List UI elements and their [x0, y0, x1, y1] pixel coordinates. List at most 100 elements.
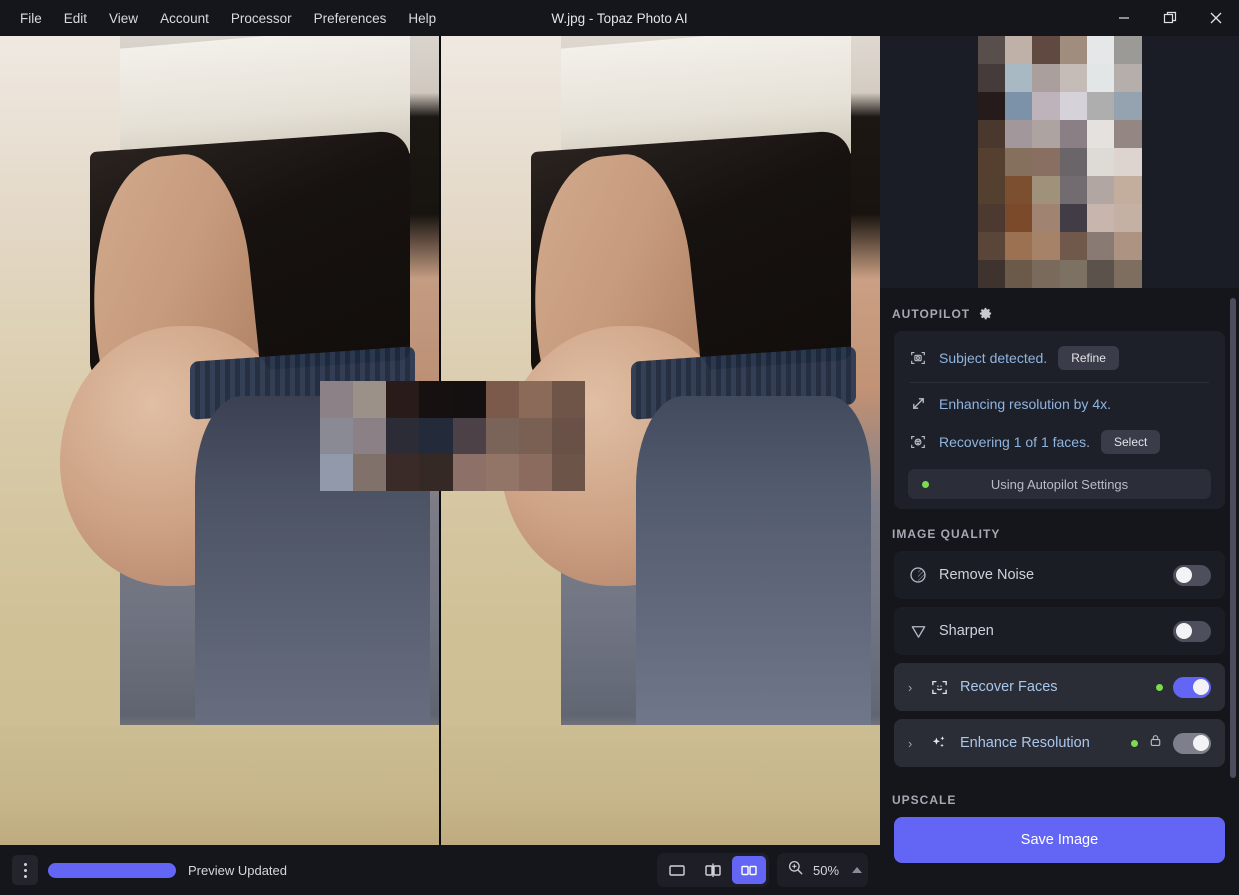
thumbnail-pixel: [1004, 176, 1033, 204]
sidebar-scrollbar[interactable]: [1230, 298, 1236, 778]
chevron-right-icon-enhance-resolution[interactable]: ›: [908, 736, 918, 751]
thumbnail-pixel: [977, 260, 1005, 288]
thumbnail-pixel: [1114, 36, 1142, 64]
subject-detected-text: Subject detected.: [939, 350, 1048, 366]
iq-row-recover-faces[interactable]: › Recover Faces: [894, 663, 1225, 711]
using-autopilot-settings-label: Using Autopilot Settings: [990, 476, 1129, 492]
censor-pixel: [485, 417, 519, 455]
iq-label-enhance-resolution: Enhance Resolution: [960, 735, 1090, 751]
menu-file[interactable]: File: [10, 5, 52, 32]
thumbnail-pixel: [977, 148, 1005, 176]
thumbnail-pixel: [1059, 92, 1087, 120]
menu-edit[interactable]: Edit: [54, 5, 97, 32]
menu-processor[interactable]: Processor: [221, 5, 302, 32]
view-mode-group: [657, 853, 769, 887]
censor-pixel: [419, 417, 453, 455]
chevron-right-icon-recover-faces[interactable]: ›: [908, 680, 918, 695]
gear-icon[interactable]: [978, 306, 993, 321]
faces-text: Recovering 1 of 1 faces.: [939, 434, 1090, 450]
using-autopilot-settings-button[interactable]: Using Autopilot Settings: [908, 469, 1211, 499]
zoom-control[interactable]: 50%: [777, 853, 868, 887]
face-smile-icon: [929, 678, 949, 697]
censor-pixel: [485, 381, 519, 418]
autopilot-resolution-row: Enhancing resolution by 4x.: [894, 386, 1225, 421]
censor-pixel: [452, 381, 486, 418]
toggle-remove-noise[interactable]: [1173, 564, 1211, 586]
censor-pixel: [551, 454, 585, 491]
select-button[interactable]: Select: [1100, 430, 1161, 454]
thumbnail-pixel: [977, 204, 1005, 232]
settings-scroll-area[interactable]: AUTOPILOT Subject detected. Refine Enhan…: [880, 288, 1239, 895]
iq-row-remove-noise[interactable]: Remove Noise: [894, 551, 1225, 599]
zoom-icon: [787, 859, 804, 881]
censor-pixel: [452, 417, 486, 455]
bottom-toolbar: Preview Updated 50%: [0, 845, 880, 895]
thumbnail-pixel: [1059, 36, 1087, 64]
toggle-enhance-resolution[interactable]: [1173, 732, 1211, 754]
bottom-right-controls: 50%: [657, 853, 868, 887]
sharpen-triangle-icon: [908, 622, 928, 641]
right-sidebar: AUTOPILOT Subject detected. Refine Enhan…: [880, 36, 1239, 895]
thumbnail-pixel: [977, 92, 1005, 120]
status-dot-recover-faces: [1156, 683, 1163, 691]
censor-pixel: [386, 381, 420, 418]
caret-up-icon[interactable]: [852, 867, 862, 873]
censor-pixel: [353, 454, 387, 491]
split-view-icon[interactable]: [696, 856, 730, 884]
censor-pixel: [518, 381, 552, 418]
face-detect-icon: [908, 433, 928, 451]
toggle-sharpen[interactable]: [1173, 620, 1211, 642]
preview-progress-bar: [48, 862, 176, 878]
preview-thumbnail[interactable]: [977, 36, 1142, 288]
lock-icon[interactable]: [1148, 733, 1163, 753]
menu-account[interactable]: Account: [150, 5, 219, 32]
thumbnail-pixel: [1004, 36, 1033, 64]
thumbnail-pixel: [1059, 204, 1087, 232]
censor-pixel: [551, 381, 585, 418]
iq-row-enhance-resolution[interactable]: › Enhance Resolution: [894, 719, 1225, 767]
iq-controls-enhance-resolution: [1131, 732, 1211, 754]
thumbnail-pixel: [1032, 148, 1060, 176]
minimize-icon[interactable]: [1101, 0, 1147, 36]
menu-help[interactable]: Help: [398, 5, 446, 32]
thumbnail-pixel: [1114, 120, 1142, 148]
restore-icon[interactable]: [1147, 0, 1193, 36]
censor-pixel: [320, 381, 354, 418]
thumbnail-pixel: [1032, 176, 1060, 204]
thumbnail-pixel: [1059, 176, 1087, 204]
resolution-text: Enhancing resolution by 4x.: [939, 395, 1111, 412]
save-image-button[interactable]: Save Image: [894, 817, 1225, 863]
close-icon[interactable]: [1193, 0, 1239, 36]
save-section: Save Image: [880, 817, 1239, 881]
censor-pixel: [353, 417, 387, 455]
toggle-recover-faces[interactable]: [1173, 676, 1211, 698]
menu-preferences[interactable]: Preferences: [304, 5, 397, 32]
thumbnail-pixel: [1059, 260, 1087, 288]
censor-pixel: [386, 454, 420, 491]
single-view-icon[interactable]: [660, 856, 694, 884]
iq-controls-remove-noise: [1173, 564, 1211, 586]
thumbnail-pixel: [1086, 204, 1115, 232]
image-canvas[interactable]: [0, 36, 880, 845]
thumbnail-panel: [880, 36, 1239, 288]
censor-overlay: [320, 381, 585, 491]
thumbnail-pixel: [1114, 92, 1142, 120]
thumbnail-pixel: [1114, 204, 1142, 232]
thumbnail-pixel: [1004, 204, 1033, 232]
autopilot-faces-row: Recovering 1 of 1 faces. Select: [894, 421, 1225, 463]
thumbnail-pixel: [1086, 120, 1115, 148]
thumbnail-pixel: [1086, 36, 1115, 64]
autopilot-heading: AUTOPILOT: [880, 288, 1239, 331]
side-by-side-view-icon[interactable]: [732, 856, 766, 884]
censor-pixel: [320, 417, 354, 455]
thumbnail-pixel: [1032, 120, 1060, 148]
thumbnail-pixel: [1114, 64, 1142, 92]
kebab-menu-icon[interactable]: [12, 855, 38, 885]
thumbnail-pixel: [1086, 176, 1115, 204]
thumbnail-pixel: [977, 36, 1005, 64]
subject-detect-icon: [908, 349, 928, 367]
refine-button[interactable]: Refine: [1058, 346, 1119, 370]
iq-row-sharpen[interactable]: Sharpen: [894, 607, 1225, 655]
thumbnail-pixel: [1004, 120, 1033, 148]
menu-view[interactable]: View: [99, 5, 148, 32]
